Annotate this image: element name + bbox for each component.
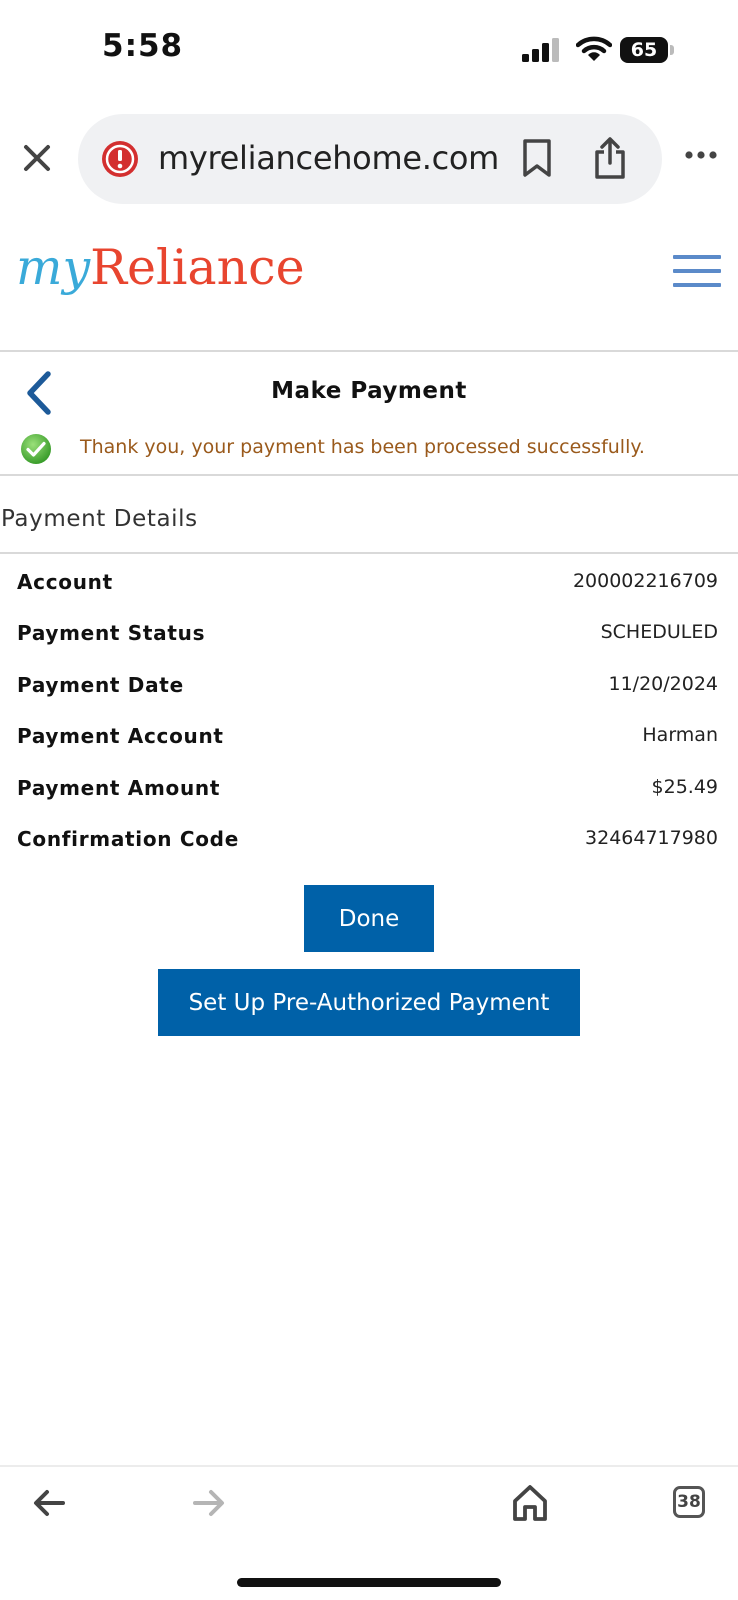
battery-icon: 65 — [620, 37, 668, 63]
detail-label: Payment Status — [17, 621, 206, 646]
setup-preauthorized-payment-button[interactable]: Set Up Pre-Authorized Payment — [158, 969, 580, 1036]
detail-label: Payment Account — [17, 724, 224, 749]
home-indicator[interactable] — [237, 1578, 501, 1587]
myreliance-logo[interactable]: myReliance — [16, 238, 305, 298]
detail-value: $25.49 — [651, 775, 718, 798]
detail-label: Confirmation Code — [17, 826, 239, 851]
detail-value: SCHEDULED — [600, 621, 718, 644]
detail-label: Payment Amount — [17, 775, 221, 800]
detail-value: Harman — [642, 724, 718, 747]
close-icon[interactable] — [22, 143, 52, 173]
detail-row-payment-status: Payment Status SCHEDULED — [17, 621, 718, 672]
home-icon[interactable] — [512, 1484, 548, 1522]
page-title: Make Payment — [271, 378, 467, 404]
detail-value: 32464717980 — [585, 826, 718, 849]
message-divider — [0, 474, 738, 476]
toolbar-divider — [0, 1465, 738, 1467]
detail-row-confirmation-code: Confirmation Code 32464717980 — [17, 827, 718, 878]
detail-row-payment-amount: Payment Amount $25.49 — [17, 776, 718, 827]
cellular-signal-icon — [522, 38, 559, 62]
detail-row-payment-date: Payment Date 11/20/2024 — [17, 673, 718, 724]
detail-row-account: Account 200002216709 — [17, 570, 718, 621]
done-button[interactable]: Done — [304, 885, 434, 952]
section-divider — [0, 552, 738, 554]
alert-icon[interactable] — [100, 139, 140, 179]
address-bar[interactable]: myreliancehome.com — [78, 114, 662, 204]
check-circle-icon — [21, 434, 51, 464]
battery-tip — [670, 45, 674, 55]
url-text[interactable]: myreliancehome.com — [158, 139, 499, 177]
back-arrow-icon[interactable] — [32, 1488, 66, 1518]
detail-label: Payment Date — [17, 672, 184, 697]
payment-details: Account 200002216709 Payment Status SCHE… — [17, 570, 718, 878]
status-bar: 5:58 65 — [0, 0, 738, 100]
detail-value: 200002216709 — [572, 570, 718, 592]
bookmark-icon[interactable] — [521, 138, 553, 178]
status-time: 5:58 — [102, 28, 184, 64]
share-icon[interactable] — [593, 136, 627, 180]
detail-label: Account — [17, 570, 113, 594]
header-divider — [0, 350, 738, 352]
section-title: Payment Details — [1, 506, 198, 532]
more-icon[interactable] — [684, 148, 718, 162]
tabs-icon[interactable]: 38 — [673, 1486, 705, 1518]
wifi-icon — [576, 36, 612, 61]
detail-value: 11/20/2024 — [608, 672, 718, 695]
forward-arrow-icon[interactable] — [192, 1488, 226, 1518]
detail-row-payment-account: Payment Account Harman — [17, 724, 718, 775]
hamburger-menu-icon[interactable] — [673, 255, 721, 291]
success-message: Thank you, your payment has been process… — [80, 436, 645, 458]
screen: 5:58 65 myreliancehome.com myReliance Ma… — [0, 0, 738, 1600]
